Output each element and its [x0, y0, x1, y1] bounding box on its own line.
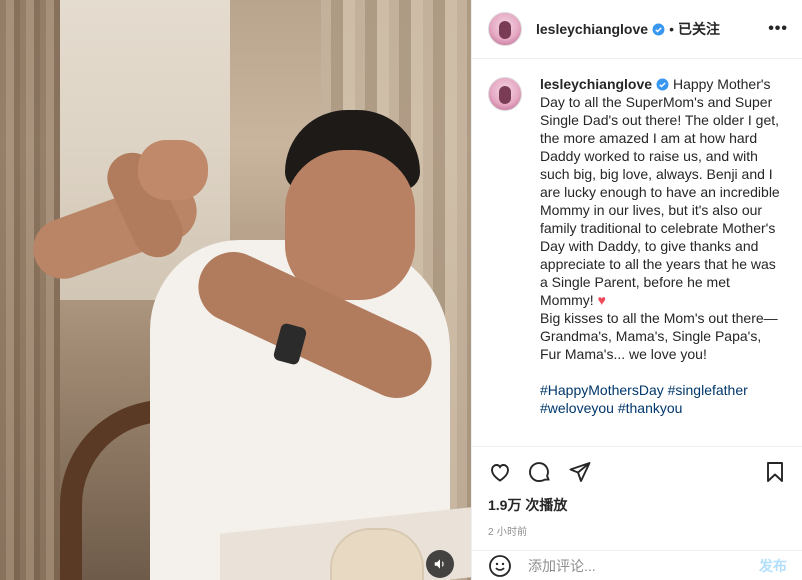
post-header: lesleychianglove • 已关注 ••• — [472, 0, 802, 59]
hashtag-link[interactable]: #thankyou — [618, 400, 683, 416]
comment-input[interactable] — [526, 556, 759, 575]
hashtag-link[interactable]: #weloveyou — [540, 400, 614, 416]
post-comment-button[interactable]: 发布 — [759, 556, 787, 576]
post-timestamp[interactable]: 2 小时前 — [488, 523, 787, 538]
verified-badge-icon — [652, 23, 665, 35]
post-side-panel: lesleychianglove • 已关注 ••• lesleychiangl… — [471, 0, 802, 580]
hashtag-link[interactable]: #HappyMothersDay — [540, 382, 664, 398]
separator-dot: • — [669, 21, 674, 37]
caption-text-2: Big kisses to all the Mom's out there—Gr… — [540, 310, 778, 362]
post-video[interactable] — [0, 0, 471, 580]
view-count[interactable]: 1.9万 次播放 — [488, 495, 787, 515]
hashtag-link[interactable]: #singlefather — [668, 382, 748, 398]
comment-box: 发布 — [472, 550, 802, 580]
caption-avatar[interactable] — [488, 77, 522, 111]
post-viewer: lesleychianglove • 已关注 ••• lesleychiangl… — [0, 0, 802, 580]
man-face — [285, 150, 415, 300]
caption-section: lesleychianglove Happy Mother's Day to a… — [472, 59, 802, 433]
header-username[interactable]: lesleychianglove — [536, 21, 648, 37]
background-curtain-left — [0, 0, 60, 580]
bookmark-icon[interactable] — [763, 460, 787, 484]
action-icons — [488, 459, 787, 485]
caption-body: lesleychianglove Happy Mother's Day to a… — [540, 75, 786, 433]
caption-username[interactable]: lesleychianglove — [540, 76, 652, 92]
avatar[interactable] — [488, 12, 522, 46]
emoji-icon[interactable] — [488, 554, 512, 578]
speaker-icon[interactable] — [426, 550, 454, 578]
man-fist — [138, 140, 208, 200]
share-icon[interactable] — [568, 460, 592, 484]
comment-icon[interactable] — [528, 460, 552, 484]
action-bar: 1.9万 次播放 2 小时前 — [472, 446, 802, 538]
follow-status-button[interactable]: 已关注 — [678, 19, 720, 39]
more-options-icon[interactable]: ••• — [768, 20, 788, 38]
heart-icon[interactable] — [488, 460, 512, 484]
hashtags: #HappyMothersDay #singlefather #weloveyo… — [540, 381, 786, 417]
caption-text: Happy Mother's Day to all the SuperMom's… — [540, 76, 780, 308]
heart-emoji: ♥ — [597, 292, 606, 308]
verified-badge-icon — [656, 78, 669, 91]
